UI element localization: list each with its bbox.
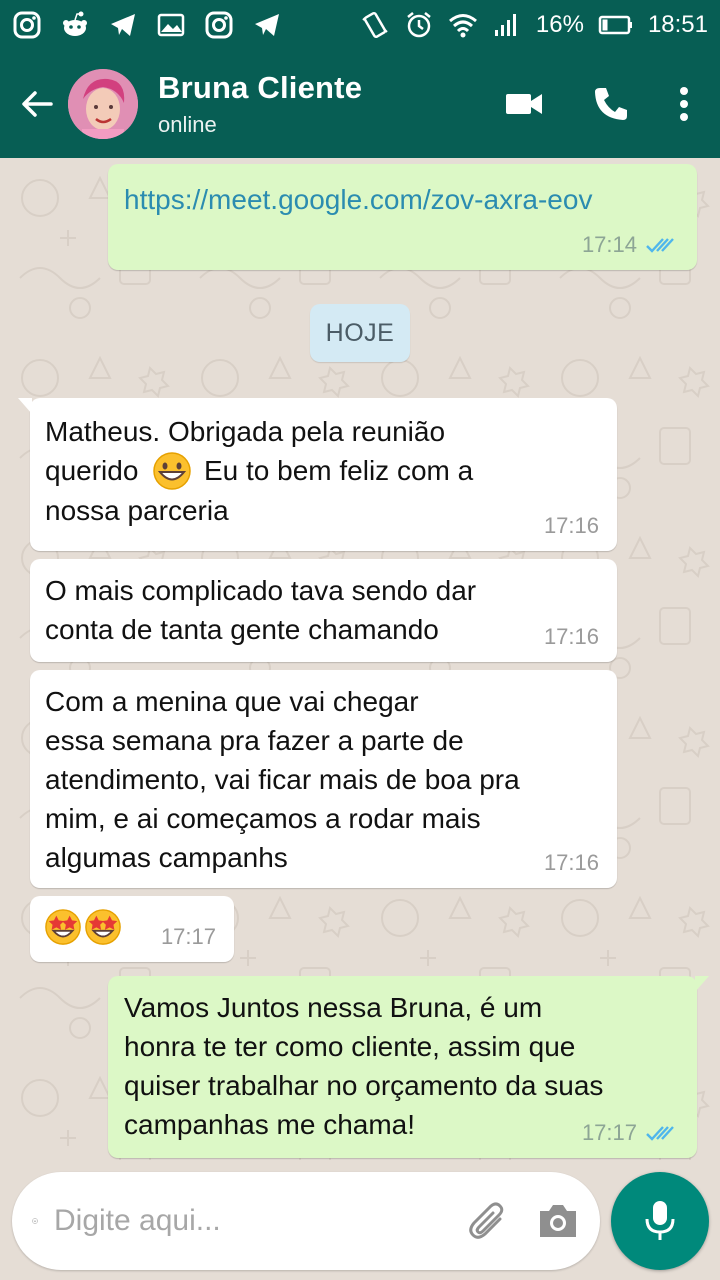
- message-text: Com a menina que vai chegar essa semana …: [45, 686, 520, 873]
- camera-button[interactable]: [536, 1201, 580, 1241]
- date-divider: HOJE: [310, 304, 410, 362]
- message-time: 17:17: [160, 924, 216, 949]
- message-meta: 17:14: [582, 232, 679, 258]
- clock: 18:51: [647, 11, 708, 38]
- incoming-message[interactable]: O mais complicado tava sendo dar conta d…: [30, 559, 617, 662]
- telegram-icon: [108, 10, 138, 40]
- header-actions: [504, 85, 690, 123]
- mic-icon: [645, 1201, 675, 1240]
- signal-icon: [492, 10, 522, 40]
- message-link[interactable]: https://meet.google.com/zov-axra-eov: [124, 180, 592, 219]
- incoming-message[interactable]: Com a menina que vai chegar essa semana …: [30, 670, 617, 888]
- instagram-icon: [12, 10, 42, 40]
- status-bar: 16% 18:51: [0, 0, 720, 50]
- bubble-tail: [695, 976, 709, 992]
- alarm-icon: [404, 10, 434, 40]
- message-emojis: [44, 908, 122, 946]
- instagram-icon: [204, 10, 234, 40]
- message-text: Vamos Juntos nessa Bruna, é um honra te …: [124, 992, 604, 1140]
- battery-percent: 16%: [535, 11, 584, 38]
- telegram-icon: [252, 10, 282, 40]
- reddit-icon: [60, 10, 90, 40]
- camera-icon: [540, 1205, 576, 1237]
- message-text: O mais complicado tava sendo dar conta d…: [45, 575, 477, 645]
- star-struck-emoji: [45, 909, 81, 945]
- read-ticks-icon: [646, 238, 674, 253]
- status-system-icons: 16% 18:51: [360, 10, 708, 40]
- message-input[interactable]: [54, 1204, 440, 1238]
- incoming-message[interactable]: Matheus. Obrigada pela reunião querido E…: [18, 398, 617, 551]
- back-arrow-icon: [22, 91, 53, 117]
- back-button[interactable]: [10, 74, 64, 134]
- battery-icon: [598, 10, 634, 40]
- grinning-face-emoji: [153, 451, 191, 490]
- message-time: 17:16: [543, 850, 599, 875]
- read-ticks-icon: [646, 1126, 674, 1141]
- bubble-tail: [18, 398, 32, 414]
- avatar[interactable]: [68, 69, 138, 139]
- outgoing-message[interactable]: Vamos Juntos nessa Bruna, é um honra te …: [108, 976, 709, 1158]
- contact-status: online: [158, 112, 217, 137]
- status-notification-icons: [12, 10, 282, 40]
- star-struck-emoji: [85, 909, 121, 945]
- more-options-icon[interactable]: [678, 85, 690, 123]
- message-time: 17:16: [543, 624, 599, 649]
- attach-icon: [469, 1202, 504, 1239]
- wifi-icon: [448, 10, 478, 40]
- voice-message-button[interactable]: [611, 1172, 709, 1270]
- incoming-message[interactable]: 17:17: [30, 896, 234, 962]
- outgoing-message[interactable]: https://meet.google.com/zov-axra-eov 17:…: [108, 164, 697, 270]
- contact-name: Bruna Cliente: [158, 70, 363, 105]
- message-time: 17:16: [543, 513, 599, 538]
- emoji-icon[interactable]: [32, 1200, 38, 1242]
- message-meta: 17:17: [582, 1120, 679, 1146]
- video-call-icon[interactable]: [504, 89, 544, 119]
- message-time: 17:17: [581, 1120, 637, 1145]
- chat-header: Bruna Cliente online: [0, 50, 720, 158]
- message-time: 17:14: [581, 232, 637, 257]
- vibrate-icon: [360, 10, 390, 40]
- message-text: Matheus. Obrigada pela reunião querido E…: [45, 416, 474, 526]
- attach-button[interactable]: [466, 1199, 510, 1243]
- message-list[interactable]: https://meet.google.com/zov-axra-eov 17:…: [0, 158, 720, 1160]
- gallery-icon: [156, 10, 186, 40]
- message-composer: [12, 1172, 600, 1270]
- contact-info[interactable]: Bruna Cliente online: [158, 70, 362, 138]
- phone-call-icon[interactable]: [592, 85, 630, 123]
